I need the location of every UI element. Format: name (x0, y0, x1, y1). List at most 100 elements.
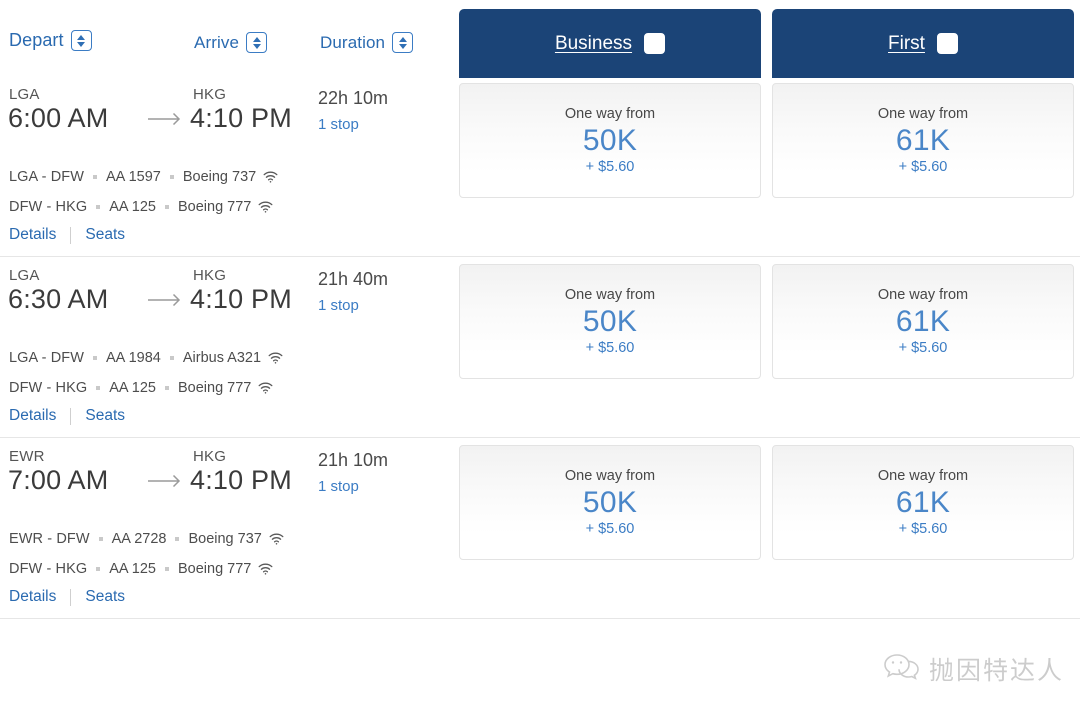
sort-updown-icon[interactable] (936, 33, 958, 54)
price-tax: + $5.60 (585, 340, 635, 357)
segment-route: EWR - DFW (9, 531, 90, 547)
flight-stops[interactable]: 1 stop (318, 478, 359, 495)
separator-dot (98, 537, 103, 541)
wifi-icon (258, 382, 273, 394)
sort-duration-button[interactable]: Duration (320, 32, 414, 53)
arrive-airport-code: HKG (193, 86, 227, 103)
price-card-business[interactable]: One way from50K + $5.60 (459, 445, 761, 560)
flight-segment: EWR - DFW AA 2728 Boeing 737 (9, 524, 284, 554)
depart-time: 7:00 AM (8, 465, 109, 495)
segment-flight-number: AA 125 (109, 561, 156, 577)
price-miles: 61K (895, 485, 951, 519)
seats-link[interactable]: Seats (85, 407, 125, 425)
price-caption: One way from (564, 105, 656, 122)
flight-segment: LGA - DFW AA 1597 Boeing 737 (9, 162, 278, 192)
separator-dot (96, 386, 101, 390)
seats-link[interactable]: Seats (85, 226, 125, 244)
details-link[interactable]: Details (9, 226, 56, 244)
price-card-business[interactable]: One way from50K + $5.60 (459, 83, 761, 198)
tab-first-label: First (888, 32, 925, 54)
flight-stops[interactable]: 1 stop (318, 116, 359, 133)
arrive-airport-code: HKG (193, 267, 227, 284)
segment-aircraft: Boeing 737 (182, 169, 257, 185)
wifi-icon (263, 171, 278, 183)
link-divider (70, 407, 72, 425)
flight-stops[interactable]: 1 stop (318, 297, 359, 314)
segment-route: LGA - DFW (9, 169, 85, 185)
segment-flight-number: AA 125 (109, 380, 156, 396)
tab-first[interactable]: First (772, 9, 1074, 78)
price-miles: 50K (582, 304, 638, 338)
flight-links: Details Seats (9, 407, 125, 425)
segment-aircraft: Boeing 777 (178, 199, 252, 215)
tab-business[interactable]: Business (459, 9, 761, 78)
watermark-text: 抛因特达人 (928, 656, 1064, 685)
sort-updown-icon[interactable] (644, 33, 666, 54)
separator-dot (169, 356, 174, 360)
segment-aircraft: Boeing 777 (178, 561, 252, 577)
sort-arrive-button[interactable]: Arrive (194, 32, 267, 53)
sort-arrive-label: Arrive (194, 32, 239, 52)
price-card-business[interactable]: One way from50K + $5.60 (459, 264, 761, 379)
sort-updown-icon[interactable] (392, 32, 414, 53)
sort-updown-icon[interactable] (70, 30, 92, 51)
price-tax: + $5.60 (898, 340, 948, 357)
wifi-icon (258, 563, 273, 575)
price-card-first[interactable]: One way from61K + $5.60 (772, 264, 1074, 379)
sort-depart-label: Depart (9, 30, 64, 50)
segment-route: DFW - HKG (9, 380, 88, 396)
flight-segments: LGA - DFW AA 1597 Boeing 737 DFW - HKG AA 12… (9, 162, 278, 222)
sort-updown-icon[interactable] (246, 32, 267, 53)
separator-dot (165, 567, 169, 571)
segment-route: LGA - DFW (9, 350, 85, 366)
sort-depart-button[interactable]: Depart (9, 30, 92, 51)
segment-aircraft: Airbus A321 (182, 350, 262, 366)
arrive-time: 4:10 PM (190, 103, 292, 133)
arrow-right-icon (148, 293, 182, 307)
wifi-icon (258, 201, 273, 213)
flight-row: EWR 7:00 AM HKG 4:10 PM 21h 10m 1 stop EWR - D… (0, 438, 1080, 619)
flight-segments: LGA - DFW AA 1984 Airbus A321 DFW - HKG AA 1… (9, 343, 283, 403)
separator-dot (169, 175, 174, 179)
price-caption: One way from (877, 467, 969, 484)
segment-flight-number: AA 2728 (111, 531, 167, 547)
details-link[interactable]: Details (9, 407, 56, 425)
price-card-first[interactable]: One way from61K + $5.60 (772, 83, 1074, 198)
arrow-right-icon (148, 112, 182, 126)
price-tax: + $5.60 (898, 159, 948, 176)
sort-duration-label: Duration (320, 32, 386, 52)
wechat-icon (883, 652, 921, 687)
separator-dot (175, 537, 180, 541)
flight-segment: DFW - HKG AA 125 Boeing 777 (9, 554, 284, 584)
price-tax: + $5.60 (585, 521, 635, 538)
depart-airport-code: LGA (9, 86, 40, 103)
wifi-icon (268, 352, 283, 364)
price-tax: + $5.60 (898, 521, 948, 538)
link-divider (70, 226, 72, 244)
separator-dot (165, 205, 169, 209)
depart-time: 6:00 AM (8, 103, 109, 133)
price-miles: 61K (895, 123, 951, 157)
price-caption: One way from (877, 286, 969, 303)
price-card-first[interactable]: One way from61K + $5.60 (772, 445, 1074, 560)
depart-time: 6:30 AM (8, 284, 109, 314)
depart-airport-code: LGA (9, 267, 40, 284)
price-miles: 61K (895, 304, 951, 338)
seats-link[interactable]: Seats (85, 588, 125, 606)
flight-segment: DFW - HKG AA 125 Boeing 777 (9, 373, 283, 403)
details-link[interactable]: Details (9, 588, 56, 606)
flight-duration: 22h 10m (318, 88, 389, 108)
depart-airport-code: EWR (9, 448, 45, 465)
arrive-airport-code: HKG (193, 448, 227, 465)
arrow-right-icon (148, 474, 182, 488)
segment-aircraft: Boeing 777 (178, 380, 252, 396)
tab-business-label: Business (554, 32, 633, 54)
flight-links: Details Seats (9, 226, 125, 244)
arrive-time: 4:10 PM (190, 465, 292, 495)
flight-duration: 21h 40m (318, 269, 389, 289)
flight-duration: 21h 10m (318, 450, 389, 470)
flight-results-list: EWR - DFWAA 1150Boeing 737DFW - HKGAA 12… (0, 0, 1080, 619)
separator-dot (93, 175, 98, 179)
price-miles: 50K (582, 485, 638, 519)
segment-aircraft: Boeing 737 (188, 531, 262, 547)
